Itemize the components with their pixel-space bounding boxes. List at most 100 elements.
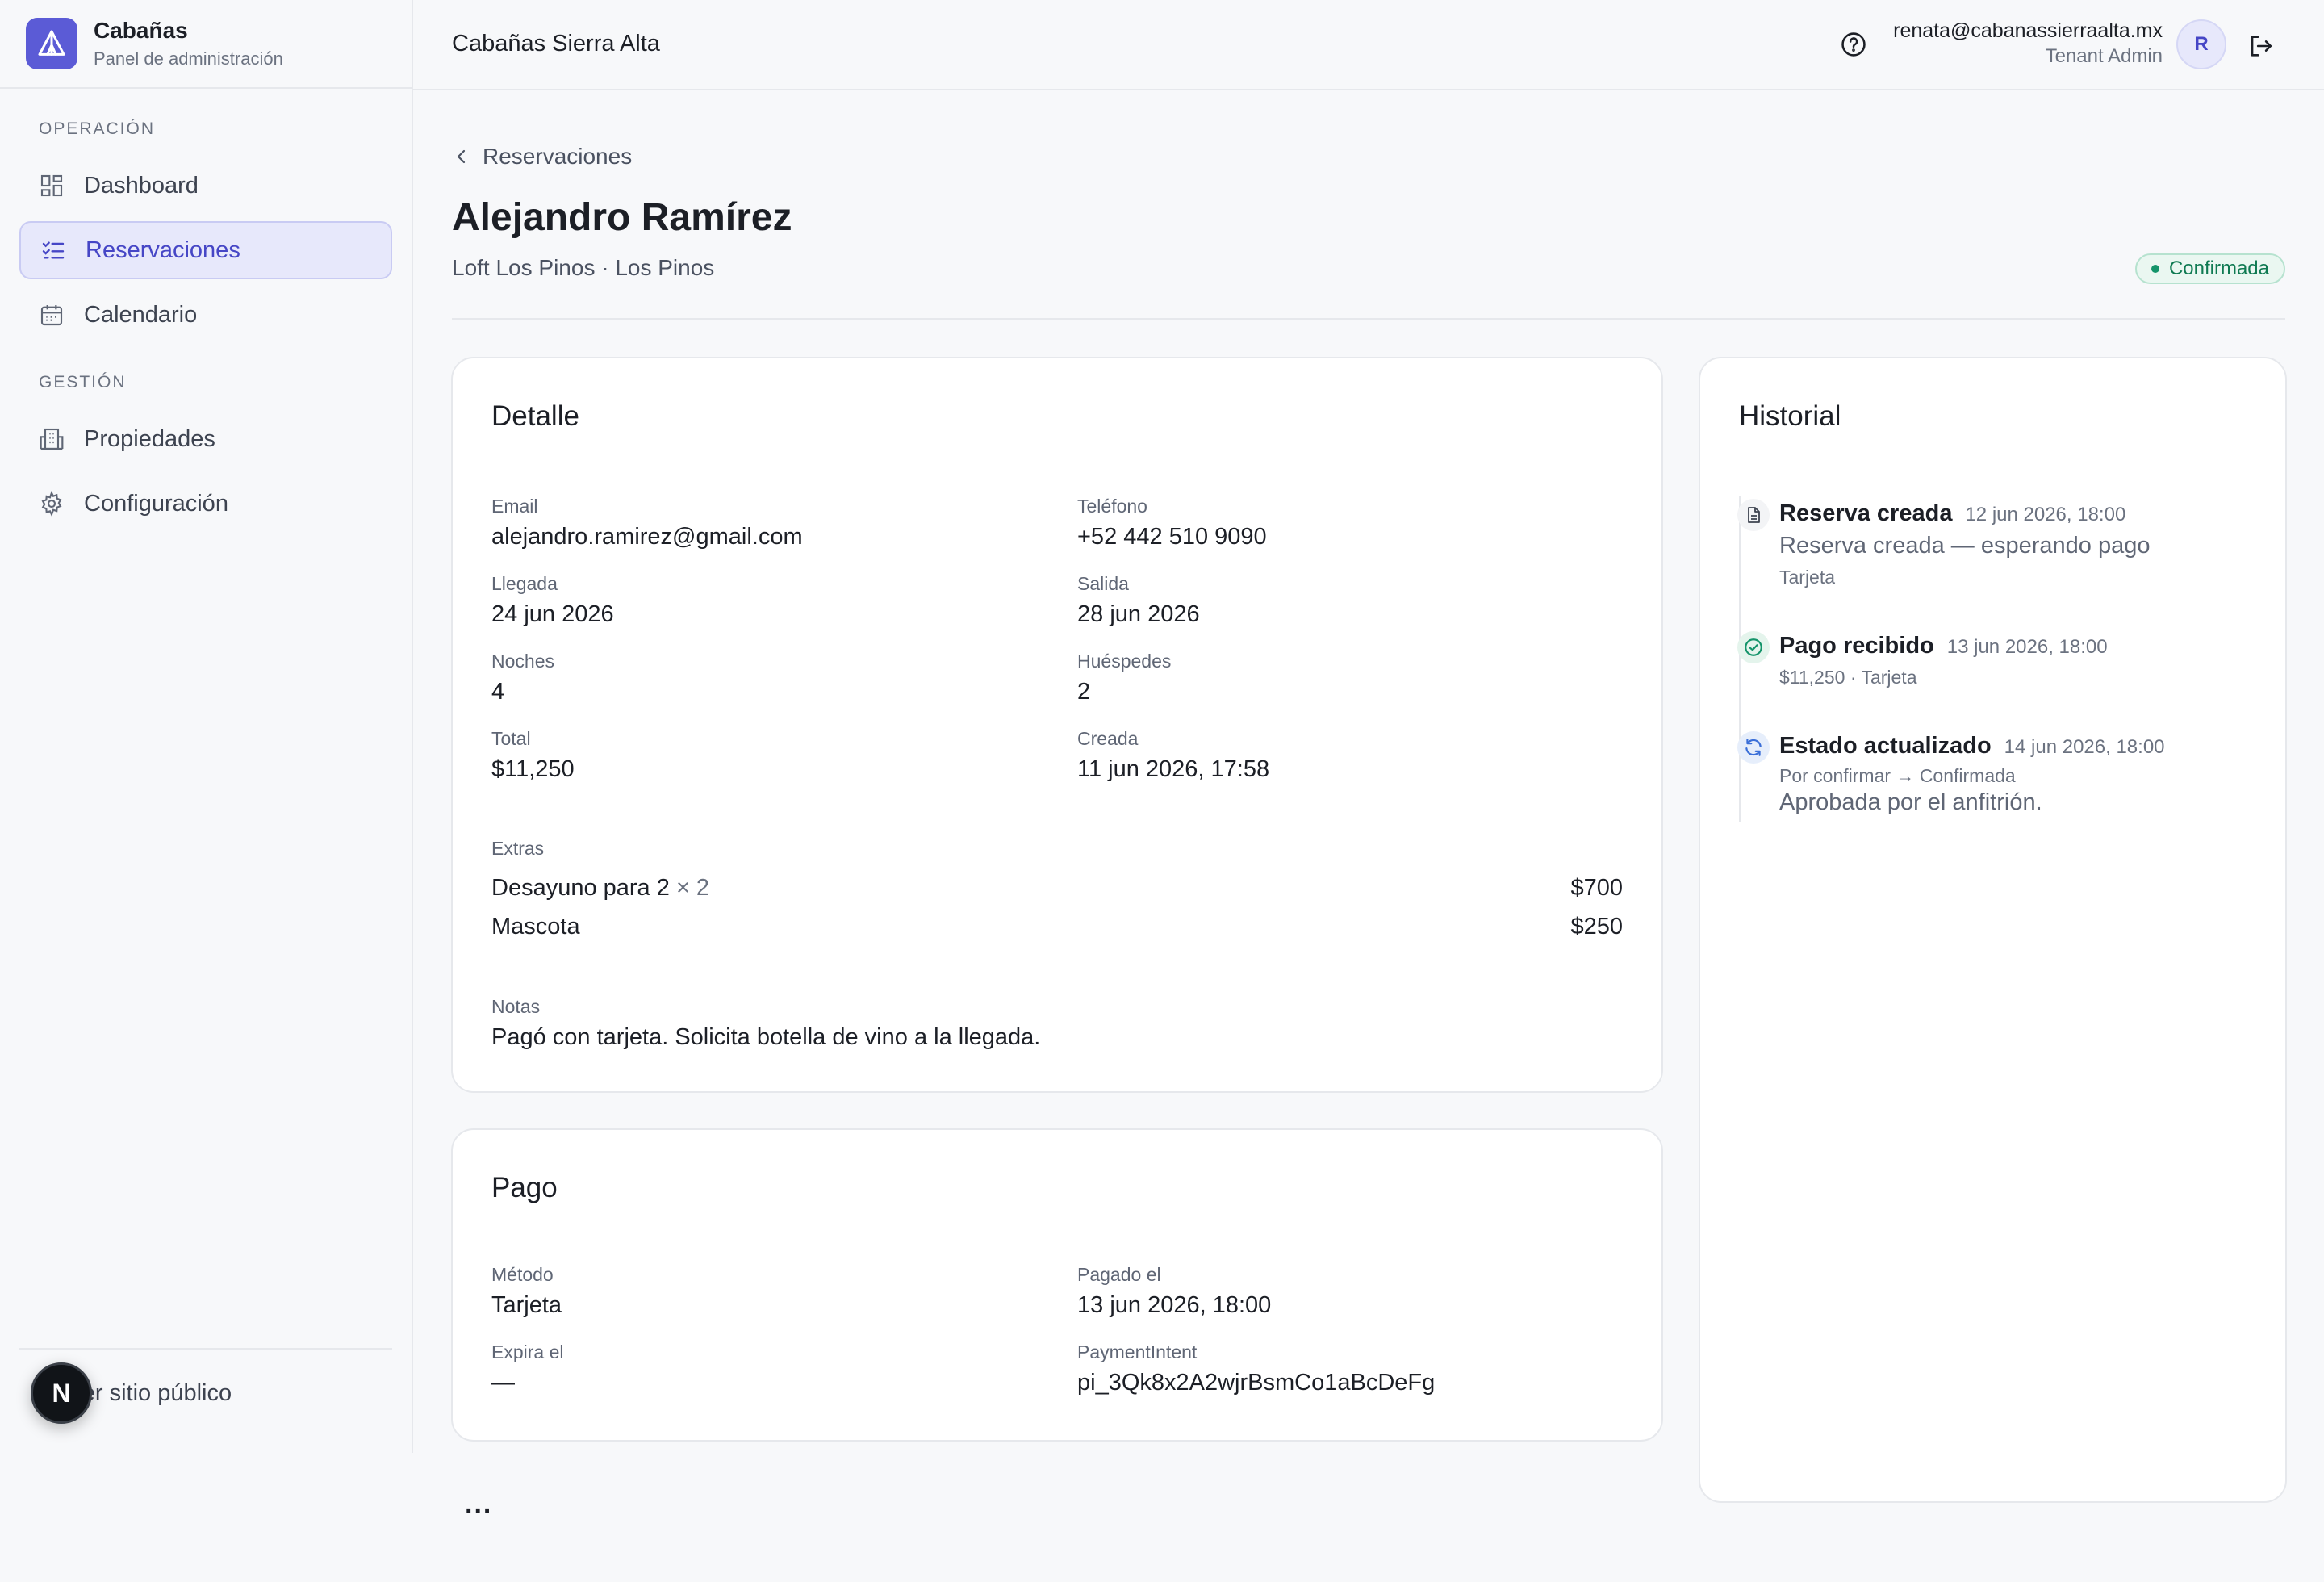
refresh-icon <box>1737 731 1770 764</box>
field-label: Notas <box>491 996 541 1017</box>
field-label: Total <box>491 728 531 749</box>
field-nights: Noches 4 <box>491 651 554 705</box>
field-label: Huéspedes <box>1077 651 1172 672</box>
extra-amount: $700 <box>1570 875 1623 901</box>
field-label: PaymentIntent <box>1077 1341 1198 1362</box>
more-indicator[interactable]: ... <box>465 1488 492 1520</box>
field-created: Creada 11 jun 2026, 17:58 <box>1077 728 1269 783</box>
sidebar-footer-divider <box>19 1348 392 1350</box>
checklist-icon <box>40 237 66 263</box>
sidebar-item-reservaciones[interactable]: Reservaciones <box>19 221 392 279</box>
extras-label: Extras <box>491 838 545 859</box>
field-arrival: Llegada 24 jun 2026 <box>491 573 614 628</box>
event-meta: $11,250 · Tarjeta <box>1779 667 1917 688</box>
avatar[interactable]: R <box>2176 19 2226 69</box>
sidebar-item-label: Configuración <box>84 490 228 517</box>
sidebar-item-label: Dashboard <box>84 172 199 199</box>
history-event-3: Estado actualizado 14 jun 2026, 18:00 <box>1779 733 2165 760</box>
event-date: 13 jun 2026, 18:00 <box>1946 636 2108 658</box>
field-method: Método Tarjeta <box>491 1264 562 1319</box>
field-value: 28 jun 2026 <box>1077 601 1200 627</box>
field-departure: Salida 28 jun 2026 <box>1077 573 1200 628</box>
field-value: $11,250 <box>491 756 575 782</box>
event-description: Reserva creada — esperando pago <box>1779 533 2151 559</box>
check-circle-icon <box>1737 631 1770 663</box>
sidebar-item-calendario[interactable]: Calendario <box>19 286 392 344</box>
tenant-name: Cabañas Sierra Alta <box>452 31 660 56</box>
calendar-icon <box>39 302 65 328</box>
field-value: 4 <box>491 679 505 705</box>
field-payment-intent: PaymentIntent pi_3Qk8x2A2wjrBsmCo1aBcDeF… <box>1077 1341 1435 1396</box>
field-label: Expira el <box>491 1341 564 1362</box>
detail-card: Detalle Email alejandro.ramirez@gmail.co… <box>451 357 1663 1093</box>
field-value: — <box>491 1370 515 1396</box>
status-badge: Confirmada <box>2134 253 2285 284</box>
building-icon <box>39 426 65 452</box>
sidebar-item-dashboard[interactable]: Dashboard <box>19 157 392 215</box>
sidebar: Cabañas Panel de administración Operació… <box>0 0 413 1453</box>
history-card-title: Historial <box>1739 400 1841 432</box>
field-label: Llegada <box>491 573 558 594</box>
logout-icon[interactable] <box>2247 32 2274 60</box>
field-expires: Expira el — <box>491 1341 563 1396</box>
history-event-2: Pago recibido 13 jun 2026, 18:00 <box>1779 633 2108 659</box>
field-value: 11 jun 2026, 17:58 <box>1077 756 1270 782</box>
field-value: alejandro.ramirez@gmail.com <box>491 524 803 550</box>
extra-name: Desayuno para 2 <box>491 875 670 901</box>
field-value: 2 <box>1077 679 1091 705</box>
field-label: Teléfono <box>1077 496 1147 517</box>
event-title: Reserva creada <box>1779 500 1953 526</box>
field-label: Noches <box>491 651 554 672</box>
extra-item: Mascota $250 <box>491 914 1623 940</box>
sidebar-item-label: Reservaciones <box>86 236 240 263</box>
detail-card-title: Detalle <box>491 400 579 432</box>
chevron-left-icon <box>452 147 471 166</box>
brand[interactable]: Cabañas Panel de administración <box>0 0 412 89</box>
title-divider <box>452 318 2285 320</box>
event-title: Pago recibido <box>1779 633 1934 659</box>
page-title: Alejandro Ramírez <box>452 196 792 239</box>
sidebar-item-label: Propiedades <box>84 425 215 452</box>
sidebar-item-configuracion[interactable]: Configuración <box>19 475 392 533</box>
field-value[interactable]: pi_3Qk8x2A2wjrBsmCo1aBcDeFg <box>1077 1370 1435 1396</box>
app-root: Cabañas Panel de administración Operació… <box>0 0 2324 1582</box>
field-label: Método <box>491 1264 554 1285</box>
field-total: Total $11,250 <box>491 728 575 783</box>
help-icon[interactable] <box>1840 31 1867 58</box>
event-title: Estado actualizado <box>1779 733 1992 759</box>
field-notes: Notas Pagó con tarjeta. Solicita botella… <box>491 996 1040 1051</box>
payment-card-title: Pago <box>491 1172 558 1203</box>
user-role: Tenant Admin <box>2045 45 2163 67</box>
field-paid-at: Pagado el 13 jun 2026, 18:00 <box>1077 1264 1271 1319</box>
event-description: Aprobada por el anfitrión. <box>1779 789 2042 815</box>
event-date: 14 jun 2026, 18:00 <box>2004 736 2165 758</box>
payment-card: Pago Método Tarjeta Pagado el 13 jun 202… <box>451 1128 1663 1442</box>
brand-name: Cabañas <box>94 18 188 43</box>
field-value: +52 442 510 9090 <box>1077 524 1267 550</box>
extra-item: Desayuno para 2 × 2 $700 <box>491 875 1623 902</box>
breadcrumb-back-link[interactable]: Reservaciones <box>452 144 632 170</box>
event-date: 12 jun 2026, 18:00 <box>1965 504 2126 525</box>
field-value: Tarjeta <box>491 1292 562 1318</box>
next-dev-badge[interactable]: N <box>31 1362 92 1424</box>
field-label: Email <box>491 496 538 517</box>
field-phone: Teléfono +52 442 510 9090 <box>1077 496 1267 550</box>
status-dot <box>2151 265 2159 273</box>
brand-subtitle: Panel de administración <box>94 48 283 69</box>
field-label: Creada <box>1077 728 1139 749</box>
status-label: Confirmada <box>2168 257 2269 279</box>
extra-amount: $250 <box>1570 914 1623 940</box>
dashboard-icon <box>39 173 65 199</box>
gear-icon <box>39 491 65 517</box>
topbar: Cabañas Sierra Alta renata@cabanassierra… <box>413 0 2324 90</box>
field-label: Pagado el <box>1077 1264 1161 1285</box>
tent-logo-icon <box>26 18 77 69</box>
section-label-gestion: Gestión <box>39 373 127 391</box>
field-value: 13 jun 2026, 18:00 <box>1077 1292 1272 1318</box>
user-email: renata@cabanassierraalta.mx <box>1893 19 2163 42</box>
field-value: 24 jun 2026 <box>491 601 614 627</box>
field-email: Email alejandro.ramirez@gmail.com <box>491 496 803 550</box>
event-meta: Tarjeta <box>1779 567 1836 588</box>
sidebar-item-propiedades[interactable]: Propiedades <box>19 410 392 468</box>
sidebar-item-label: Calendario <box>84 301 198 328</box>
